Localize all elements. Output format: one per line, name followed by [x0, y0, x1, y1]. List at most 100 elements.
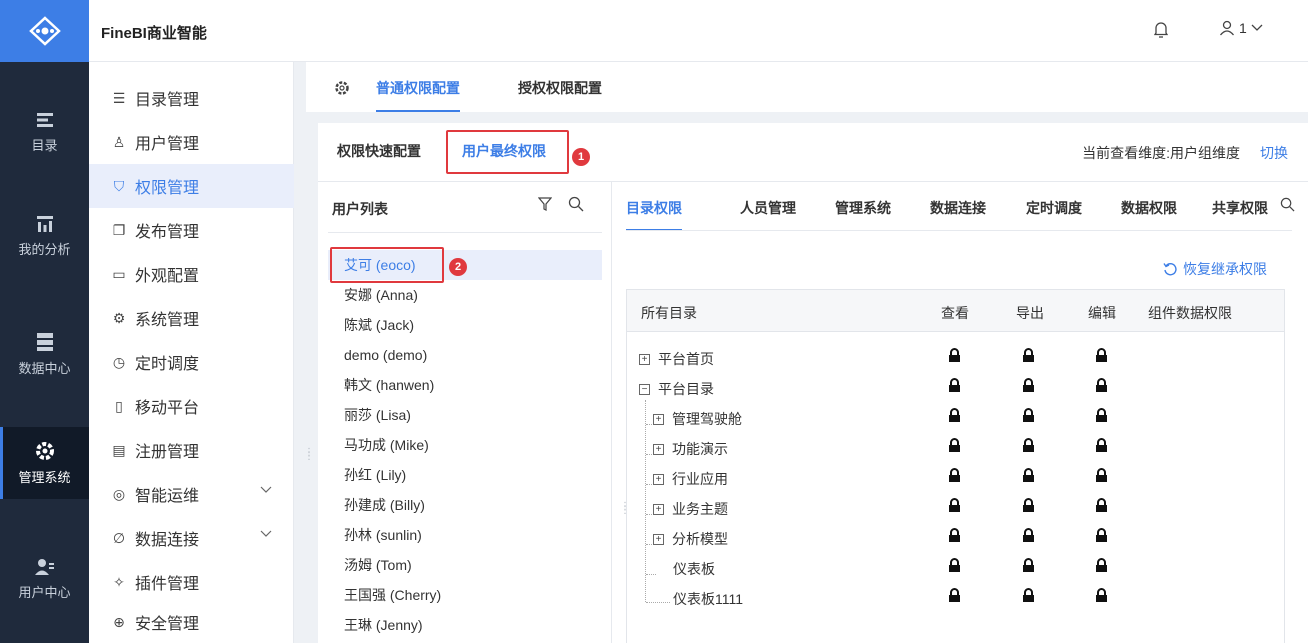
collapse-toggle[interactable]: −	[639, 383, 650, 395]
nav-item-admin[interactable]: 管理系统	[0, 427, 89, 499]
expand-toggle[interactable]: +	[653, 473, 664, 485]
lock-icon[interactable]	[1095, 408, 1108, 423]
lock-icon[interactable]	[1095, 558, 1108, 573]
lock-icon[interactable]	[948, 438, 961, 453]
user-item[interactable]: 汤姆 (Tom)	[328, 550, 602, 580]
submenu-item-system[interactable]: ⚙ 系统管理	[89, 296, 294, 340]
lock-icon[interactable]	[948, 558, 961, 573]
ops-icon: ◎	[112, 485, 126, 502]
lock-icon[interactable]	[1022, 468, 1035, 483]
restore-inherit-button[interactable]: 恢复继承权限	[1163, 259, 1267, 279]
submenu-item-data-connection[interactable]: ∅ 数据连接	[89, 516, 294, 560]
link-icon: ∅	[112, 529, 126, 546]
bell-icon[interactable]	[1154, 22, 1168, 38]
submenu-item-appearance[interactable]: ▭ 外观配置	[89, 252, 294, 296]
user-item[interactable]: 韩文 (hanwen)	[328, 370, 602, 400]
user-item[interactable]: demo (demo)	[328, 340, 602, 370]
submenu-item-ops[interactable]: ◎ 智能运维	[89, 472, 294, 516]
user-item[interactable]: 王琳 (Jenny)	[328, 610, 602, 640]
lock-icon[interactable]	[948, 528, 961, 543]
expand-toggle[interactable]: +	[653, 533, 664, 545]
user-item[interactable]: 孙林 (sunlin)	[328, 520, 602, 550]
tree-node[interactable]: + 行业应用	[653, 469, 728, 489]
logo[interactable]	[0, 0, 89, 62]
tree-node[interactable]: 仪表板1111	[673, 589, 743, 609]
search-icon[interactable]	[568, 196, 584, 212]
lock-icon[interactable]	[1095, 468, 1108, 483]
lock-icon[interactable]	[948, 498, 961, 513]
tree-node[interactable]: − 平台目录	[639, 379, 714, 399]
ptab-personnel[interactable]: 人员管理	[740, 198, 796, 231]
lock-icon[interactable]	[1095, 348, 1108, 363]
ptab-schedule[interactable]: 定时调度	[1026, 198, 1082, 231]
user-item[interactable]: 丽莎 (Lisa)	[328, 400, 602, 430]
expand-toggle[interactable]: +	[639, 353, 650, 365]
user-item[interactable]: 王国强 (Cherry)	[328, 580, 602, 610]
submenu-item-publish[interactable]: ❐ 发布管理	[89, 208, 294, 252]
lock-icon[interactable]	[1022, 378, 1035, 393]
user-item[interactable]: 孙建成 (Billy)	[328, 490, 602, 520]
ptab-admin-system[interactable]: 管理系统	[835, 198, 891, 231]
tree-node[interactable]: + 管理驾驶舱	[653, 409, 742, 429]
node-label: 行业应用	[672, 471, 728, 487]
user-item[interactable]: 孙红 (Lily)	[328, 460, 602, 490]
gear-icon[interactable]	[334, 80, 350, 96]
lock-icon[interactable]	[948, 588, 961, 603]
nav-label: 用户中心	[18, 584, 71, 600]
filter-icon[interactable]	[538, 197, 552, 211]
lock-icon[interactable]	[1022, 498, 1035, 513]
lock-icon[interactable]	[1095, 498, 1108, 513]
submenu-label: 权限管理	[135, 180, 200, 197]
subtab-quick-config[interactable]: 权限快速配置	[337, 141, 421, 161]
lock-icon[interactable]	[1022, 528, 1035, 543]
lock-icon[interactable]	[948, 408, 961, 423]
submenu-item-plugins[interactable]: ✧ 插件管理	[89, 560, 294, 604]
submenu-item-security[interactable]: ⊕ 安全管理	[89, 600, 294, 643]
search-icon[interactable]	[1280, 197, 1295, 212]
node-label: 功能演示	[672, 441, 728, 457]
ptab-data-permission[interactable]: 数据权限	[1121, 198, 1177, 231]
drag-handle[interactable]: ⋮ ⋮	[304, 448, 314, 462]
submenu-item-register[interactable]: ▤ 注册管理	[89, 428, 294, 472]
lock-icon[interactable]	[1095, 588, 1108, 603]
node-label: 仪表板	[673, 561, 715, 577]
lock-icon[interactable]	[1022, 438, 1035, 453]
user-menu[interactable]: 1	[1219, 20, 1263, 36]
lock-icon[interactable]	[948, 468, 961, 483]
submenu-item-permissions[interactable]: ⛉ 权限管理	[89, 164, 294, 208]
submenu-item-users[interactable]: ♙ 用户管理	[89, 120, 294, 164]
user-item[interactable]: 安娜 (Anna)	[328, 280, 602, 310]
nav-item-user-center[interactable]: 用户中心	[0, 543, 89, 615]
ptab-directory[interactable]: 目录权限	[626, 198, 682, 231]
dimension-switch-link[interactable]: 切换	[1260, 143, 1288, 163]
ptab-data-connection[interactable]: 数据连接	[930, 198, 986, 231]
lock-icon[interactable]	[1095, 438, 1108, 453]
lock-icon[interactable]	[948, 348, 961, 363]
submenu-item-schedule[interactable]: ◷ 定时调度	[89, 340, 294, 384]
lock-icon[interactable]	[1095, 378, 1108, 393]
lock-icon[interactable]	[1022, 408, 1035, 423]
expand-toggle[interactable]: +	[653, 413, 664, 425]
tab-grant-permission[interactable]: 授权权限配置	[518, 78, 602, 112]
lock-icon[interactable]	[1022, 558, 1035, 573]
lock-icon[interactable]	[948, 378, 961, 393]
expand-toggle[interactable]: +	[653, 443, 664, 455]
nav-item-data-center[interactable]: 数据中心	[0, 318, 89, 390]
lock-icon[interactable]	[1022, 588, 1035, 603]
tree-node[interactable]: + 分析模型	[653, 529, 728, 549]
user-item[interactable]: 陈斌 (Jack)	[328, 310, 602, 340]
lock-icon[interactable]	[1095, 528, 1108, 543]
user-item[interactable]: 马功成 (Mike)	[328, 430, 602, 460]
nav-item-catalog[interactable]: 目录	[0, 96, 89, 168]
lock-icon[interactable]	[1022, 348, 1035, 363]
tree-node[interactable]: + 业务主题	[653, 499, 728, 519]
submenu-item-mobile[interactable]: ▯ 移动平台	[89, 384, 294, 428]
tree-node[interactable]: 仪表板	[673, 559, 715, 579]
tree-node[interactable]: + 平台首页	[639, 349, 714, 369]
ptab-share-permission[interactable]: 共享权限	[1212, 198, 1268, 231]
tree-node[interactable]: + 功能演示	[653, 439, 728, 459]
submenu-item-directory[interactable]: ☰ 目录管理	[89, 76, 294, 120]
tab-normal-permission[interactable]: 普通权限配置	[376, 78, 460, 112]
expand-toggle[interactable]: +	[653, 503, 664, 515]
nav-item-my-analysis[interactable]: 我的分析	[0, 200, 89, 272]
